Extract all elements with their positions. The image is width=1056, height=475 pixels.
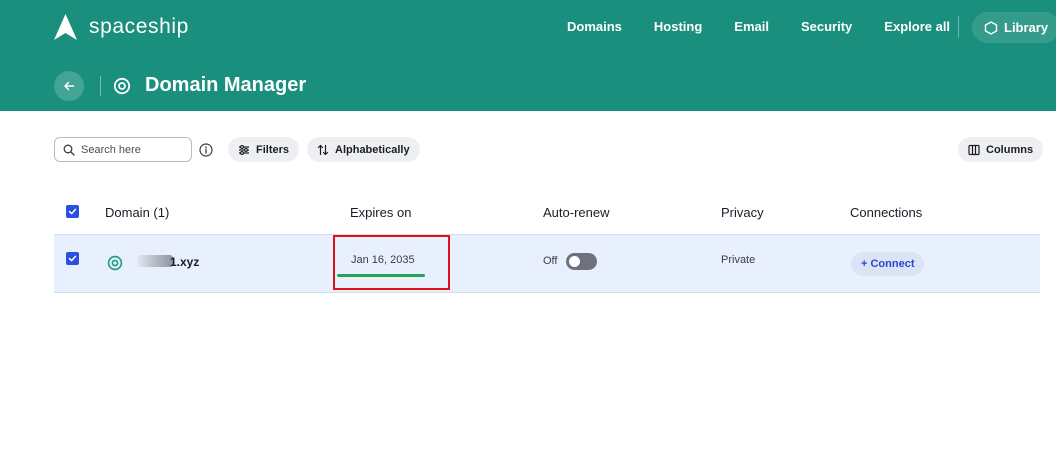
nav-item-explore-all[interactable]: Explore all — [884, 19, 950, 34]
library-label: Library — [1004, 20, 1049, 35]
nav-item-hosting[interactable]: Hosting — [654, 19, 702, 34]
column-header-autorenew[interactable]: Auto-renew — [543, 205, 609, 220]
search-icon — [63, 144, 75, 156]
autorenew-label: Off — [543, 255, 558, 267]
filters-label: Filters — [256, 143, 290, 156]
domain-target-icon — [107, 255, 123, 271]
checkmark-icon — [68, 255, 77, 262]
privacy-value: Private — [721, 254, 756, 266]
nav-item-email[interactable]: Email — [734, 19, 769, 34]
brand-logo[interactable]: spaceship — [53, 13, 189, 41]
select-all-checkbox[interactable] — [66, 205, 79, 218]
top-header: spaceship Domains Hosting Email Security… — [0, 0, 1056, 111]
main-nav: Domains Hosting Email Security Explore a… — [567, 19, 982, 34]
toggle-knob — [569, 256, 580, 267]
redacted-domain-blur — [137, 255, 173, 267]
spaceship-logo-icon — [54, 14, 77, 40]
autorenew-toggle[interactable] — [566, 253, 597, 270]
sort-label: Alphabetically — [335, 143, 410, 156]
brand-name: spaceship — [89, 15, 189, 38]
sliders-icon — [239, 144, 249, 155]
search-box[interactable] — [54, 137, 192, 162]
search-input[interactable] — [81, 143, 186, 156]
nav-divider — [958, 16, 959, 38]
domain-target-icon — [113, 77, 131, 95]
sort-arrows-icon — [317, 144, 329, 155]
back-button[interactable] — [54, 71, 84, 101]
columns-icon — [968, 144, 980, 155]
column-header-connections[interactable]: Connections — [850, 205, 922, 220]
title-divider — [100, 76, 101, 96]
page-title: Domain Manager — [145, 74, 307, 96]
columns-button[interactable]: Columns — [958, 137, 1044, 162]
row-checkbox[interactable] — [66, 252, 79, 265]
library-button[interactable]: Library — [972, 12, 1056, 43]
column-header-expires[interactable]: Expires on — [350, 205, 411, 220]
arrow-left-icon — [64, 81, 75, 91]
info-icon[interactable] — [199, 143, 213, 157]
filters-button[interactable]: Filters — [228, 137, 300, 162]
nav-item-domains[interactable]: Domains — [567, 19, 622, 34]
columns-label: Columns — [986, 143, 1034, 156]
hexagon-icon — [984, 20, 998, 35]
table-row[interactable]: 1.xyz Jan 16, 2035 Off Private + Connect — [54, 234, 1040, 293]
expiry-progress-bar — [337, 274, 425, 277]
sort-button[interactable]: Alphabetically — [307, 137, 420, 162]
domain-name[interactable]: 1.xyz — [170, 255, 199, 269]
column-header-domain[interactable]: Domain (1) — [105, 205, 169, 220]
expiry-date: Jan 16, 2035 — [351, 254, 415, 266]
connect-button[interactable]: + Connect — [851, 252, 925, 276]
connect-label: + Connect — [861, 258, 915, 270]
nav-item-security[interactable]: Security — [801, 19, 852, 34]
table-header: Domain (1) Expires on Auto-renew Privacy… — [54, 195, 1040, 231]
column-header-privacy[interactable]: Privacy — [721, 205, 764, 220]
checkmark-icon — [68, 208, 77, 215]
